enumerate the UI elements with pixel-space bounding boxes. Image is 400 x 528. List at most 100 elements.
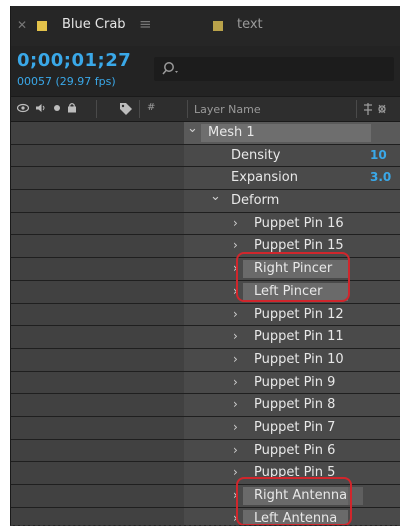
layer-name: Puppet Pin 12 — [254, 306, 344, 322]
layer-name: Deform — [231, 193, 280, 209]
row-selection-highlight — [348, 487, 363, 505]
number-column-icon: # — [147, 102, 156, 113]
switch-columns-cell — [11, 416, 184, 439]
layer-row[interactable]: › Puppet Pin 16 — [11, 212, 400, 236]
layer-row[interactable]: › Right Pincer — [11, 258, 400, 281]
chevron-right-icon[interactable]: › — [233, 216, 238, 230]
layer-row[interactable]: › Puppet Pin 8 — [11, 394, 400, 417]
layer-name: Puppet Pin 10 — [254, 351, 344, 367]
chevron-right-icon[interactable]: › — [233, 352, 238, 366]
switch-columns-cell — [11, 190, 184, 212]
tab-text[interactable]: text — [182, 6, 400, 46]
switch-columns-cell — [11, 507, 184, 525]
layer-row[interactable]: › Puppet Pin 5 — [11, 462, 400, 485]
chevron-right-icon[interactable]: › — [233, 284, 238, 298]
layer-row[interactable]: › Left Pincer — [11, 280, 400, 304]
layer-row[interactable]: ⌄ Deform — [11, 189, 400, 213]
panel-menu-icon[interactable]: ≡ — [139, 15, 152, 33]
tab-label: text — [237, 17, 263, 32]
chevron-right-icon[interactable]: › — [233, 465, 238, 479]
timeline-panel: ✕ Blue Crab ≡ text 0;00;01;27 00057 (29.… — [10, 6, 400, 526]
lock-icon[interactable] — [67, 102, 77, 113]
chevron-right-icon[interactable]: › — [233, 420, 238, 434]
switch-columns-cell — [11, 258, 184, 280]
layer-row[interactable]: › Left Antenna — [11, 507, 400, 526]
layer-name: Expansion — [231, 170, 298, 186]
time-display-area: 0;00;01;27 00057 (29.97 fps) — [11, 46, 400, 96]
tab-bar: ✕ Blue Crab ≡ text — [11, 6, 400, 46]
layer-name: Left Antenna — [254, 510, 338, 526]
switch-columns-cell — [11, 371, 184, 394]
property-value[interactable]: 10 — [370, 148, 387, 162]
switch-columns-cell — [11, 280, 184, 303]
layer-name: Left Pincer — [254, 283, 323, 299]
layer-row[interactable]: › Puppet Pin 10 — [11, 348, 400, 372]
video-visibility-icon[interactable] — [17, 103, 29, 113]
search-input[interactable] — [154, 57, 394, 81]
switch-columns-cell — [11, 462, 184, 484]
switch-columns-cell — [11, 122, 184, 144]
layer-row[interactable]: › Right Antenna — [11, 485, 400, 508]
name-column-cell — [184, 144, 400, 167]
audio-icon[interactable] — [35, 103, 47, 113]
chevron-right-icon[interactable]: › — [233, 329, 238, 343]
chevron-right-icon[interactable]: › — [233, 261, 238, 275]
switch-columns-cell — [11, 439, 184, 462]
chevron-right-icon[interactable]: › — [233, 307, 238, 321]
layer-name: Right Pincer — [254, 261, 333, 277]
layer-row[interactable]: › Puppet Pin 15 — [11, 235, 400, 259]
switch-columns-cell — [11, 144, 184, 167]
layer-name: Puppet Pin 15 — [254, 238, 344, 254]
layer-row[interactable]: Density 10 — [11, 144, 400, 168]
chevron-right-icon[interactable]: › — [233, 397, 238, 411]
layer-row[interactable]: › Puppet Pin 6 — [11, 439, 400, 463]
chevron-right-icon[interactable]: › — [233, 511, 238, 525]
chevron-right-icon[interactable]: › — [233, 375, 238, 389]
close-icon[interactable]: ✕ — [17, 18, 27, 32]
layer-row[interactable]: ⌄ Mesh 1 — [11, 121, 400, 145]
layer-name: Mesh 1 — [208, 125, 255, 140]
chevron-right-icon[interactable]: › — [233, 238, 238, 252]
chevron-right-icon[interactable]: › — [233, 443, 238, 457]
layer-list: ⌄ Mesh 1 Density 10 Expansion 3.0 ⌄ Deform › Pupp… — [11, 121, 400, 526]
switch-columns-cell — [11, 326, 184, 348]
layer-name: Puppet Pin 7 — [254, 419, 336, 435]
switches-icon[interactable] — [362, 102, 400, 116]
switch-columns-cell — [11, 303, 184, 326]
layer-row[interactable]: › Puppet Pin 11 — [11, 326, 400, 349]
column-separator — [96, 100, 97, 118]
label-color-swatch — [37, 21, 47, 31]
search-icon — [162, 62, 178, 75]
chevron-right-icon[interactable]: › — [233, 488, 238, 502]
layer-row[interactable]: Expansion 3.0 — [11, 167, 400, 191]
tab-label: Blue Crab — [62, 17, 126, 32]
layer-row[interactable]: › Puppet Pin 9 — [11, 371, 400, 395]
layer-header-row: # Layer Name — [11, 96, 400, 122]
frame-count: 00057 (29.97 fps) — [17, 75, 116, 88]
layer-row[interactable]: › Puppet Pin 12 — [11, 303, 400, 327]
layer-row[interactable]: › Puppet Pin 7 — [11, 416, 400, 440]
column-separator — [356, 100, 357, 118]
layer-name: Puppet Pin 9 — [254, 374, 336, 390]
switch-columns-cell — [11, 167, 184, 190]
switch-columns-cell — [11, 485, 184, 507]
chevron-down-icon[interactable]: ⌄ — [187, 121, 198, 136]
layer-name: Puppet Pin 16 — [254, 215, 344, 231]
layer-name: Puppet Pin 6 — [254, 442, 336, 458]
tab-blue-crab[interactable]: ✕ Blue Crab ≡ — [11, 6, 182, 46]
layer-name: Right Antenna — [254, 488, 348, 503]
switch-columns-cell — [11, 394, 184, 416]
layer-name: Density — [231, 147, 281, 163]
column-separator — [187, 100, 188, 118]
current-timecode[interactable]: 0;00;01;27 — [17, 50, 131, 71]
switch-columns-cell — [11, 348, 184, 371]
label-tag-icon[interactable] — [119, 102, 133, 116]
property-value[interactable]: 3.0 — [370, 170, 391, 184]
chevron-down-icon[interactable]: ⌄ — [210, 189, 221, 204]
switch-columns-cell — [11, 212, 184, 235]
layer-name: Puppet Pin 8 — [254, 397, 336, 413]
layer-name: Puppet Pin 11 — [254, 329, 344, 345]
column-header-layer-name[interactable]: Layer Name — [194, 103, 261, 116]
solo-icon[interactable] — [53, 103, 61, 113]
switch-columns-cell — [11, 235, 184, 258]
